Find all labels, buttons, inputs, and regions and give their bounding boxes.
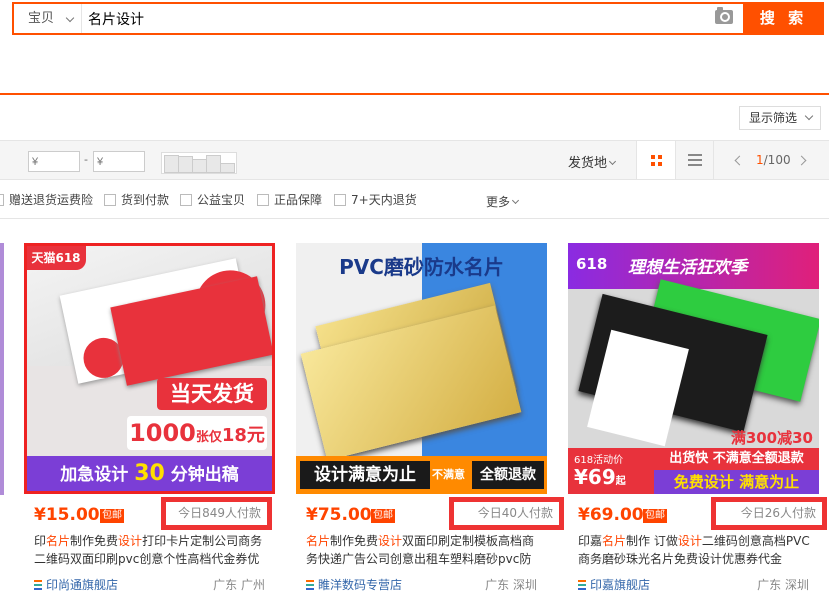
more-filters-button[interactable]: 更多 — [486, 193, 520, 210]
search-scope-label: 宝贝 — [28, 11, 55, 26]
chevron-down-icon — [511, 196, 520, 205]
product-image[interactable]: PVC磨砂防水名片 设计满意为止 不满意 全额退款 — [296, 243, 547, 494]
tmall-618-tag: 天猫618 — [27, 246, 86, 270]
checkbox-cash-on-delivery[interactable]: 货到付款 — [104, 193, 169, 207]
chevron-down-icon — [804, 111, 814, 121]
checkbox-return-insurance[interactable]: 赠送退货运费险 — [0, 193, 93, 207]
checkbox[interactable] — [257, 194, 269, 206]
page-current: 1 — [756, 153, 764, 167]
checkbox-label: 7+天内退货 — [351, 193, 417, 207]
checkbox[interactable] — [334, 194, 346, 206]
checkbox-label: 正品保障 — [274, 193, 323, 207]
price-bar[interactable] — [164, 155, 179, 173]
free-shipping-badge: 包邮 — [371, 509, 395, 523]
checkbox-genuine[interactable]: 正品保障 — [257, 193, 322, 207]
prev-page-icon[interactable] — [734, 155, 745, 166]
price-bar[interactable] — [192, 159, 207, 173]
free-shipping-badge: 包邮 — [100, 509, 124, 523]
camera-icon[interactable] — [715, 7, 733, 24]
rush-design-banner: 加急设计 30 分钟出稿 — [27, 456, 272, 491]
shop-icon — [306, 580, 314, 590]
pager: 1/100 — [713, 141, 829, 179]
checkbox[interactable] — [104, 194, 116, 206]
show-filter-label: 显示筛选 — [749, 111, 798, 125]
shop-location: 广东 深圳 — [757, 578, 809, 592]
ship-from-label: 发货地 — [568, 156, 608, 171]
search-bar: 宝贝 搜 索 — [12, 2, 824, 35]
show-filter-button[interactable]: 显示筛选 — [739, 106, 821, 130]
618-tag: 618 — [576, 255, 608, 273]
event-price: ¥69起 — [574, 465, 626, 489]
price-bar[interactable] — [220, 163, 235, 173]
shop-location: 广东 广州 — [213, 578, 265, 592]
refund-banner: 全额退款 — [472, 461, 544, 489]
festival-banner: 理想生活狂欢季 — [628, 258, 747, 278]
chevron-down-icon — [608, 157, 617, 166]
next-page-icon[interactable] — [796, 155, 807, 166]
free-shipping-badge: 包邮 — [643, 509, 667, 523]
checkbox-label: 公益宝贝 — [197, 193, 246, 207]
price-range-dash: - — [84, 153, 88, 166]
discount-text: 满300减30 — [730, 429, 813, 447]
shop-icon — [34, 580, 42, 590]
product-title[interactable]: 印名片制作免费设计打印卡片定制公司商务二维码双面印刷pvc创意个性高档代金券优 — [34, 532, 270, 568]
search-input[interactable] — [84, 4, 644, 33]
price-banner: 1000张仅18元 — [127, 416, 267, 450]
shop-icon — [578, 580, 586, 590]
page-total: /100 — [763, 153, 791, 167]
product-image[interactable]: 天猫618 当天发货 1000张仅18元 加急设计 30 分钟出稿 — [24, 243, 275, 494]
price-bar[interactable] — [178, 156, 193, 173]
paid-today-count: 今日849人付款 — [161, 497, 272, 530]
checkbox-charity[interactable]: 公益宝贝 — [180, 193, 245, 207]
chevron-down-icon — [65, 13, 75, 23]
grid-view-toggle[interactable] — [636, 141, 676, 179]
product-card[interactable]: PVC磨砂防水名片 设计满意为止 不满意 全额退款 ¥75.00 包邮 今日40… — [296, 243, 564, 605]
shop-link[interactable]: 睢洋数码专营店 — [306, 576, 402, 593]
grid-view-icon — [651, 155, 655, 159]
product-image[interactable]: 618 理想生活狂欢季 满300减30 618活动价 ¥69起 出货快 不满意全… — [568, 243, 819, 494]
search-button[interactable]: 搜 索 — [743, 2, 824, 35]
price-bar[interactable] — [206, 155, 221, 173]
product-price: ¥75.00 — [306, 505, 372, 525]
product-headline: PVC磨砂防水名片 — [339, 255, 504, 279]
price-distribution-bars[interactable] — [161, 152, 237, 174]
checkbox-label: 赠送退货运费险 — [9, 193, 94, 207]
checkbox[interactable] — [0, 194, 4, 206]
price-min-input[interactable] — [28, 151, 80, 172]
checkbox[interactable] — [180, 194, 192, 206]
product-title[interactable]: 印嘉名片制作 订做设计二维码创意高档PVC商务磨砂珠光名片免费设计优惠券代金 — [578, 532, 814, 568]
checkbox-label: 货到付款 — [121, 193, 170, 207]
divider — [0, 93, 829, 95]
search-scope-dropdown[interactable]: 宝贝 — [14, 4, 82, 33]
design-banner: 设计满意为止 — [300, 461, 430, 489]
event-price-label: 618活动价 — [574, 455, 624, 466]
fast-delivery-banner: 出货快 不满意全额退款 — [654, 448, 819, 470]
paid-today-count: 今日26人付款 — [711, 497, 827, 530]
sort-bar: - 发货地 1/100 — [0, 140, 829, 180]
previous-card-edge — [0, 243, 4, 495]
shop-link[interactable]: 印尚通旗舰店 — [34, 576, 118, 593]
unsatisfied-tag: 不满意 — [432, 468, 465, 481]
product-price: ¥15.00 — [34, 505, 100, 525]
list-view-icon[interactable] — [688, 154, 702, 166]
product-card[interactable]: 618 理想生活狂欢季 满300减30 618活动价 ¥69起 出货快 不满意全… — [568, 243, 827, 605]
product-price: ¥69.00 — [578, 505, 644, 525]
free-design-banner: 免费设计 满意为止 — [654, 470, 819, 494]
service-filter-row: 赠送退货运费险 货到付款 公益宝贝 正品保障 7+天内退货 更多 — [0, 181, 829, 219]
shop-location: 广东 深圳 — [485, 578, 537, 592]
shop-link[interactable]: 印嘉旗舰店 — [578, 576, 650, 593]
same-day-banner: 当天发货 — [157, 378, 267, 410]
paid-today-count: 今日40人付款 — [449, 497, 564, 530]
more-label: 更多 — [486, 195, 511, 209]
checkbox-7day-return[interactable]: 7+天内退货 — [334, 193, 417, 207]
product-card[interactable]: 天猫618 当天发货 1000张仅18元 加急设计 30 分钟出稿 ¥15.00… — [24, 243, 275, 605]
price-max-input[interactable] — [93, 151, 145, 172]
ship-from-dropdown[interactable]: 发货地 — [568, 152, 617, 171]
product-title[interactable]: 名片制作免费设计双面印刷定制模板高档商务快递广告公司创意出租车塑料磨砂pvc防 — [306, 532, 542, 568]
